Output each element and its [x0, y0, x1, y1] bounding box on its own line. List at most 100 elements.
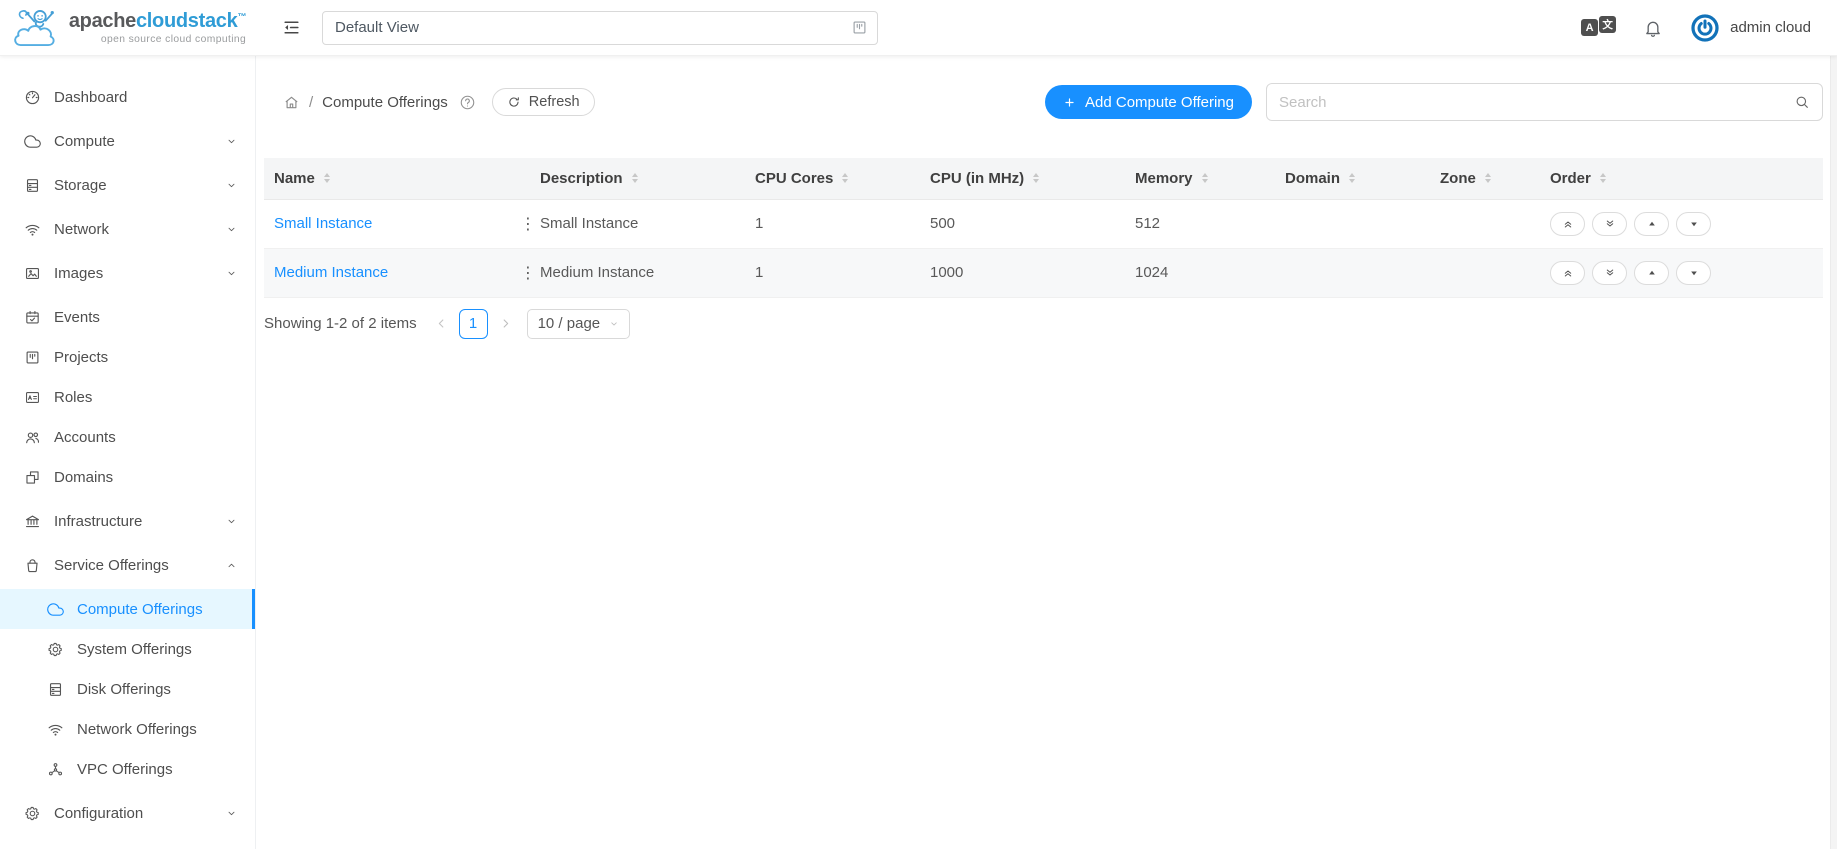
cell-zone [1430, 248, 1540, 297]
sidebar-item-service-offerings[interactable]: Service Offerings [0, 545, 255, 585]
username: admin cloud [1730, 19, 1811, 36]
column-header-cpu-mhz[interactable]: CPU (in MHz) [920, 158, 1125, 199]
move-down-button[interactable] [1676, 261, 1711, 285]
view-selector-value: Default View [335, 19, 419, 36]
column-label: Description [540, 170, 623, 187]
translate-a-glyph: A [1581, 19, 1598, 36]
column-header-description[interactable]: Description [530, 158, 745, 199]
sidebar-item-images[interactable]: Images [0, 253, 255, 293]
sidebar-item-events[interactable]: Events [0, 297, 255, 337]
refresh-button[interactable]: Refresh [492, 88, 595, 116]
search-icon[interactable] [1794, 94, 1810, 110]
idcard-icon [24, 389, 41, 406]
help-circle-icon[interactable] [459, 94, 476, 111]
brand-wordmark: apachecloudstack™ open source cloud comp… [69, 10, 246, 45]
chevron-down-icon [226, 180, 237, 191]
column-header-memory[interactable]: Memory [1125, 158, 1275, 199]
sort-icons [1349, 173, 1355, 183]
brand[interactable]: apachecloudstack™ open source cloud comp… [0, 5, 256, 51]
double-chevron-up-icon [1562, 267, 1574, 279]
offering-name-link[interactable]: Small Instance [274, 215, 372, 232]
row-actions-kebab-icon[interactable]: ⋮ [514, 212, 542, 236]
home-icon[interactable] [283, 94, 300, 111]
sidebar-item-storage[interactable]: Storage [0, 165, 255, 205]
sidebar-item-compute[interactable]: Compute [0, 121, 255, 161]
chevron-down-icon [226, 808, 237, 819]
table-row: Small Instance ⋮ Small Instance 1 500 51… [264, 199, 1823, 248]
picture-icon [24, 265, 41, 282]
sidebar-item-accounts[interactable]: Accounts [0, 417, 255, 457]
breadcrumb: / Compute Offerings [283, 94, 476, 111]
menu-fold-icon[interactable] [282, 18, 301, 37]
column-header-domain[interactable]: Domain [1275, 158, 1430, 199]
page-1-button[interactable]: 1 [459, 309, 488, 339]
row-actions-kebab-icon[interactable]: ⋮ [514, 261, 542, 285]
move-down-button[interactable] [1676, 212, 1711, 236]
cell-order [1540, 199, 1823, 248]
page-size-value: 10 / page [538, 315, 601, 332]
sidebar-item-vpc-offerings[interactable]: VPC Offerings [0, 749, 255, 789]
column-header-zone[interactable]: Zone [1430, 158, 1540, 199]
sidebar-item-infrastructure[interactable]: Infrastructure [0, 501, 255, 541]
cell-cpu-mhz: 500 [920, 199, 1125, 248]
sidebar-item-label: Infrastructure [54, 513, 142, 530]
sidebar-item-system-offerings[interactable]: System Offerings [0, 629, 255, 669]
cell-zone [1430, 199, 1540, 248]
chevron-up-icon [226, 560, 237, 571]
add-compute-offering-button[interactable]: Add Compute Offering [1045, 85, 1252, 119]
sidebar-item-projects[interactable]: Projects [0, 337, 255, 377]
column-label: Name [274, 170, 315, 187]
chevron-down-icon [226, 136, 237, 147]
previous-page-icon[interactable] [435, 317, 448, 330]
sidebar-item-compute-offerings[interactable]: Compute Offerings [0, 589, 255, 629]
sidebar-item-disk-offerings[interactable]: Disk Offerings [0, 669, 255, 709]
move-up-button[interactable] [1634, 212, 1669, 236]
pagination-summary: Showing 1-2 of 2 items [264, 315, 417, 332]
chevron-down-icon [609, 319, 619, 329]
sidebar-item-dashboard[interactable]: Dashboard [0, 77, 255, 117]
move-to-bottom-button[interactable] [1592, 212, 1627, 236]
brand-trademark: ™ [237, 11, 246, 21]
hdd-icon [47, 681, 64, 698]
plus-icon [1063, 96, 1076, 109]
cell-description: Small Instance [530, 199, 745, 248]
search-input[interactable] [1279, 94, 1794, 111]
column-header-name[interactable]: Name [264, 158, 504, 199]
sidebar-item-configuration[interactable]: Configuration [0, 793, 255, 833]
next-page-icon[interactable] [499, 317, 512, 330]
sort-icons [1202, 173, 1208, 183]
cell-domain [1275, 199, 1430, 248]
sidebar-item-label: Accounts [54, 429, 116, 446]
sidebar-item-network-offerings[interactable]: Network Offerings [0, 709, 255, 749]
sidebar-item-roles[interactable]: Roles [0, 377, 255, 417]
table-row: Medium Instance ⋮ Medium Instance 1 1000… [264, 248, 1823, 297]
sidebar-item-domains[interactable]: Domains [0, 457, 255, 497]
column-label: Order [1550, 170, 1591, 187]
move-up-button[interactable] [1634, 261, 1669, 285]
notification-bell-icon[interactable] [1643, 18, 1663, 38]
project-switcher-icon[interactable] [851, 19, 868, 36]
sidebar-item-label: Configuration [54, 805, 143, 822]
column-header-cpu-cores[interactable]: CPU Cores [745, 158, 920, 199]
move-to-bottom-button[interactable] [1592, 261, 1627, 285]
offering-name-link[interactable]: Medium Instance [274, 264, 388, 281]
sort-icons [324, 173, 330, 183]
wifi-icon [24, 221, 41, 238]
user-menu[interactable]: admin cloud [1690, 13, 1811, 43]
cell-description: Medium Instance [530, 248, 745, 297]
column-label: CPU Cores [755, 170, 833, 187]
scrollbar-track[interactable] [1830, 56, 1837, 849]
translate-button[interactable]: A 文 [1581, 19, 1616, 36]
project-icon [24, 349, 41, 366]
view-selector[interactable]: Default View [322, 11, 878, 45]
bank-icon [24, 513, 41, 530]
gear-icon [24, 805, 41, 822]
page-size-select[interactable]: 10 / page [527, 309, 631, 339]
move-to-top-button[interactable] [1550, 261, 1585, 285]
sidebar-item-network[interactable]: Network [0, 209, 255, 249]
double-chevron-down-icon [1604, 267, 1616, 279]
gear-icon [47, 641, 64, 658]
hdd-icon [24, 177, 41, 194]
column-header-order[interactable]: Order [1540, 158, 1823, 199]
move-to-top-button[interactable] [1550, 212, 1585, 236]
